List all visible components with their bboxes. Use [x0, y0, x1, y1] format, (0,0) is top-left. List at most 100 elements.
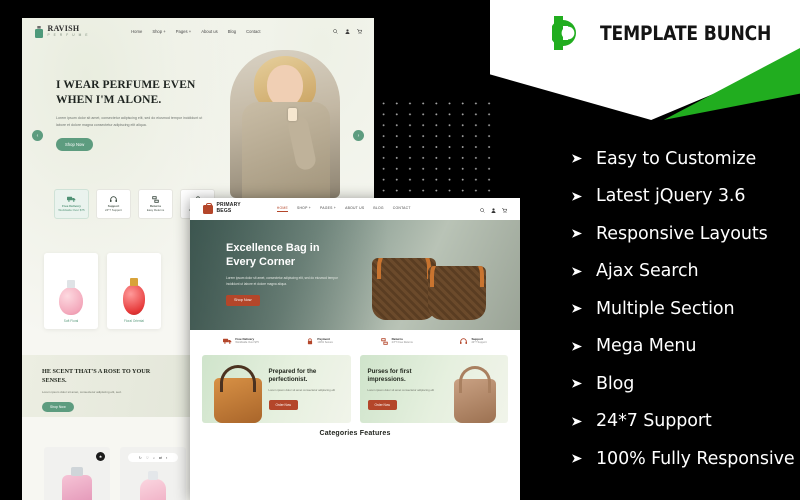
site1-logo[interactable]: RAVISH P E R F U M E	[34, 25, 90, 38]
feature-label: Ajax Search	[596, 261, 699, 282]
site2-feature-sub: Worldwide Over $75	[235, 341, 259, 345]
headset-icon	[459, 337, 468, 345]
site1-category-name: Soft Floral	[63, 319, 79, 323]
feature-list-item: Latest jQuery 3.6	[572, 178, 800, 216]
site1-feature-sub: 24*7 Support	[105, 208, 122, 213]
site1-nav-item[interactable]: Contact	[246, 29, 260, 34]
site2-feature-text: Support 24*7 Support	[471, 337, 487, 345]
site1-nav-item[interactable]: Pages +	[176, 29, 191, 34]
site2-nav-item[interactable]: ABOUT US	[345, 206, 364, 212]
site2-hero-paragraph: Lorem ipsum dolor sit amet, consectetur …	[226, 275, 338, 286]
site1-carousel-prev-icon[interactable]: ‹	[32, 130, 43, 141]
feature-list-item: Ajax Search	[572, 253, 800, 291]
perfume-bottle-image	[140, 471, 166, 500]
site1-carousel-next-icon[interactable]: ›	[353, 130, 364, 141]
site1-product-card[interactable]: ↻ ♡ ⌕ ⇄ ▪	[120, 447, 186, 500]
arrow-right-icon	[572, 153, 584, 164]
cart-icon[interactable]	[357, 28, 362, 34]
user-icon[interactable]	[345, 28, 350, 34]
site2-logo-text: PRIMARY BEGS	[217, 202, 241, 215]
arrow-right-icon	[572, 266, 584, 277]
site1-promo-shop-now-button[interactable]: Shop Now	[42, 402, 74, 413]
brand-lockup: TEMPLATE BUNCH	[552, 14, 795, 52]
site1-nav-item[interactable]: Home	[131, 29, 142, 34]
feature-label: Multiple Section	[596, 298, 735, 319]
site2-feature-sub: 24*7 Support	[471, 341, 487, 345]
arrow-right-icon	[572, 378, 584, 389]
perfume-bottle-image	[59, 280, 83, 315]
promo-panel: TEMPLATE BUNCH Easy to Customize Latest …	[490, 0, 800, 500]
truck-icon	[67, 195, 76, 203]
quickview-icon[interactable]: ⌕	[153, 456, 155, 460]
wishlist-icon[interactable]: ♡	[146, 456, 149, 460]
feature-label: Latest jQuery 3.6	[596, 186, 746, 207]
site1-nav[interactable]: Home Shop + Pages + About us Blog Contac…	[131, 29, 260, 34]
search-icon[interactable]	[333, 28, 338, 34]
cart-icon[interactable]	[502, 200, 508, 218]
headset-icon	[109, 195, 118, 203]
perfume-bottle-icon	[34, 25, 44, 38]
site2-promo-card[interactable]: Prepared for the perfectionist. Lorem ip…	[202, 355, 351, 423]
feature-label: Easy to Customize	[596, 148, 757, 169]
site2-hero-text: Excellence Bag in Every Corner Lorem ips…	[226, 242, 344, 306]
cart-icon[interactable]: ▪	[166, 456, 167, 460]
site2-feature-sub: 24*7 Free Returns	[391, 341, 413, 345]
user-icon[interactable]	[491, 200, 496, 218]
screenshot-primary-begs[interactable]: PRIMARY BEGS HOME SHOP + PAGES + ABOUT U…	[190, 198, 520, 500]
site2-logo[interactable]: PRIMARY BEGS	[203, 202, 241, 215]
site1-feature-card[interactable]: Support 24*7 Support	[96, 189, 131, 219]
site1-category-card[interactable]: Floral Oriental	[107, 253, 161, 329]
search-icon[interactable]	[480, 200, 485, 218]
site1-nav-item[interactable]: About us	[201, 29, 218, 34]
site2-nav[interactable]: HOME SHOP + PAGES + ABOUT US BLOG CONTAC…	[276, 206, 411, 212]
compare-icon[interactable]: ⇄	[159, 456, 162, 460]
truck-icon	[223, 337, 232, 345]
site2-nav-item-home[interactable]: HOME	[276, 206, 288, 212]
site2-promo-heading: Prepared for the perfectionist.	[268, 368, 317, 384]
feature-label: 100% Fully Responsive	[596, 448, 795, 469]
site1-hero-model-image	[230, 50, 340, 198]
site1-logo-sub: P E R F U M E	[47, 32, 90, 37]
refresh-icon[interactable]: ↻	[139, 456, 142, 460]
site2-nav-item[interactable]: SHOP +	[297, 206, 311, 212]
site2-promo-card[interactable]: Purses for first impressions. Lorem ipsu…	[359, 355, 508, 423]
site2-header-icons[interactable]	[480, 200, 508, 218]
feature-label: Blog	[596, 373, 635, 394]
site1-header-icons[interactable]	[333, 28, 362, 34]
site1-hero-paragraph: Lorem ipsum dolor sit amet, consectetur …	[56, 116, 203, 127]
site2-nav-item[interactable]: PAGES +	[320, 206, 336, 212]
product-actions-bar[interactable]: ↻ ♡ ⌕ ⇄ ▪	[128, 453, 178, 462]
return-icon	[151, 195, 160, 203]
site1-promo-heading: HE SCENT THAT'S A ROSE TO YOUR SENSES.	[42, 368, 151, 384]
site2-promo-text: Prepared for the perfectionist. Lorem ip…	[268, 368, 343, 411]
site1-feature-card[interactable]: Free Delivery Worldwide Over $75	[54, 189, 89, 219]
site2-header: PRIMARY BEGS HOME SHOP + PAGES + ABOUT U…	[190, 198, 520, 220]
template-bunch-logo-icon	[552, 14, 590, 52]
site1-feature-card[interactable]: Returns Easy Returns	[138, 189, 173, 219]
star-badge-icon: ★	[96, 452, 105, 461]
feature-list-item: Blog	[572, 365, 800, 403]
feature-list-item: 24*7 Support	[572, 403, 800, 441]
feature-list: Easy to Customize Latest jQuery 3.6 Resp…	[572, 140, 800, 478]
site2-feature-item: Returns 24*7 Free Returns	[380, 337, 413, 345]
site2-nav-item[interactable]: BLOG	[373, 206, 383, 212]
site1-nav-item[interactable]: Blog	[228, 29, 236, 34]
handbag-image	[214, 378, 262, 423]
site2-promo-paragraph: Lorem ipsum dolor sit amet consectetur a…	[268, 388, 336, 393]
site2-hero-heading: Excellence Bag in Every Corner	[226, 242, 320, 268]
site2-hero-shop-now-button[interactable]: Shop Now	[226, 294, 260, 306]
perfume-bottle-image	[62, 467, 92, 500]
brand-name: TEMPLATE BUNCH	[600, 21, 772, 45]
site2-promo-order-now-button[interactable]: Order Now	[367, 400, 397, 411]
site2-feature-item: Support 24*7 Support	[459, 337, 487, 345]
site1-hero-heading: I WEAR PERFUME EVEN WHEN I'M ALONE.	[56, 79, 196, 107]
site2-feature-text: Payment 100% Secure	[317, 337, 333, 345]
site1-hero-shop-now-button[interactable]: Shop Now	[56, 137, 94, 151]
site2-feature-item: Payment 100% Secure	[305, 337, 333, 345]
site1-nav-item[interactable]: Shop +	[152, 29, 165, 34]
site1-category-card[interactable]: Soft Floral	[44, 253, 98, 329]
site2-promo-order-now-button[interactable]: Order Now	[268, 400, 298, 411]
poster-canvas: RAVISH P E R F U M E Home Shop + Pages +…	[0, 0, 800, 500]
site2-nav-item[interactable]: CONTACT	[393, 206, 411, 212]
site1-product-card[interactable]: ★	[44, 447, 110, 500]
